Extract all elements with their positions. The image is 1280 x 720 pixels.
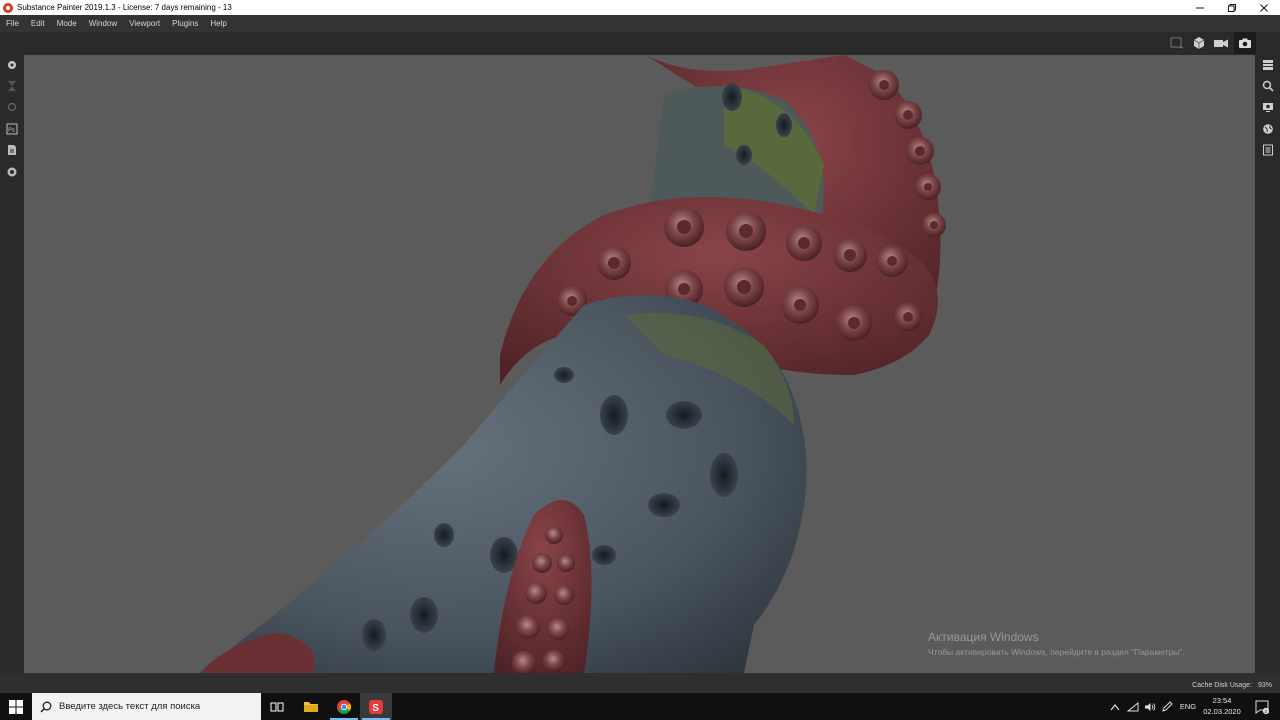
action-center-button[interactable]: 2 [1250, 693, 1274, 720]
display-settings-button[interactable] [1261, 100, 1275, 114]
window-title: Substance Painter 2019.1.3 - License: 7 … [17, 3, 232, 12]
svg-text:Ps: Ps [8, 128, 15, 134]
chevron-up-icon [1110, 703, 1120, 710]
substance-painter-taskbar-button[interactable]: S [360, 693, 392, 720]
settings-button[interactable] [5, 165, 19, 179]
volume-icon [1145, 702, 1156, 711]
viewport-header [0, 32, 1280, 55]
show-hidden-icons-button[interactable] [1106, 693, 1124, 720]
screenshot-button[interactable] [1234, 32, 1256, 54]
brush-icon [8, 61, 16, 69]
taskbar-search[interactable]: Введите здесь текст для поиска [32, 693, 261, 720]
layers-panel-button[interactable] [1261, 58, 1275, 72]
menu-plugins[interactable]: Plugins [166, 19, 204, 28]
photoshop-icon: Ps [6, 123, 18, 135]
environment-button[interactable] [1261, 122, 1275, 136]
settings-icon [7, 167, 17, 177]
sphere-icon [7, 102, 17, 112]
search-placeholder: Введите здесь текст для поиска [59, 701, 201, 712]
menu-edit[interactable]: Edit [25, 19, 51, 28]
globe-icon [1263, 124, 1273, 134]
screenshot-icon [1239, 38, 1251, 48]
menu-bar: File Edit Mode Window Viewport Plugins H… [0, 15, 1280, 32]
pen-icon [1162, 700, 1173, 712]
restore-icon [1228, 3, 1236, 12]
cube-button[interactable] [1190, 34, 1208, 52]
windows-taskbar: Введите здесь текст для поиска S ENG 23:… [0, 693, 1280, 720]
restore-button[interactable] [1216, 0, 1248, 15]
svg-text:S: S [372, 703, 379, 714]
sphere-tool[interactable] [5, 100, 19, 114]
menu-file[interactable]: File [0, 19, 25, 28]
cache-label: Cache Disk Usage: [1192, 682, 1253, 689]
properties-button[interactable] [1261, 143, 1275, 157]
left-toolbar: Ps [0, 55, 24, 673]
title-bar: Substance Painter 2019.1.3 - License: 7 … [0, 0, 1280, 15]
model-render [200, 55, 946, 673]
clock-date: 02.03.2020 [1203, 707, 1241, 716]
menu-mode[interactable]: Mode [51, 19, 83, 28]
photoshop-export-button[interactable]: Ps [5, 122, 19, 136]
zoom-icon [1262, 80, 1274, 92]
brush-tool[interactable] [5, 58, 19, 72]
menu-viewport[interactable]: Viewport [123, 19, 166, 28]
3d-viewport[interactable]: Активация Windows Чтобы активировать Win… [24, 55, 1255, 673]
start-button[interactable] [0, 693, 32, 720]
network-button[interactable] [1124, 693, 1142, 720]
layers-icon [1263, 60, 1273, 70]
network-icon [1127, 701, 1139, 711]
cache-value: 93% [1257, 682, 1272, 689]
watermark-text: Чтобы активировать Windows, перейдите в … [928, 647, 1185, 657]
hourglass-tool[interactable] [5, 79, 19, 93]
close-icon [1260, 3, 1268, 12]
windows-logo-icon [9, 699, 23, 714]
base-tentacle [200, 633, 314, 673]
camera-video-button[interactable] [1212, 34, 1230, 52]
zoom-button[interactable] [1261, 79, 1275, 93]
pen-button[interactable] [1158, 693, 1176, 720]
file-explorer-button[interactable] [295, 693, 327, 720]
windows-activation-watermark: Активация Windows Чтобы активировать Win… [928, 630, 1185, 657]
task-view-icon [270, 702, 284, 711]
viewport-toolbar [1168, 32, 1256, 54]
frame-button[interactable] [1168, 34, 1186, 52]
right-toolbar [1256, 55, 1280, 673]
menu-help[interactable]: Help [204, 19, 232, 28]
chrome-button[interactable] [328, 693, 360, 720]
file-explorer-icon [304, 702, 318, 712]
minimize-button[interactable] [1184, 0, 1216, 15]
cache-disk-usage: Cache Disk Usage: 93% [1192, 682, 1272, 689]
notification-icon: 2 [1255, 700, 1269, 714]
close-button[interactable] [1248, 0, 1280, 15]
properties-icon [1263, 144, 1273, 156]
substance-painter-app-icon [3, 2, 13, 13]
watermark-title: Активация Windows [928, 630, 1039, 644]
minimize-icon [1196, 7, 1204, 8]
hourglass-icon [8, 81, 16, 91]
window-controls [1184, 0, 1280, 15]
display-icon [1263, 103, 1273, 112]
chrome-icon [337, 699, 351, 714]
document-button[interactable] [5, 143, 19, 157]
search-icon [40, 701, 52, 713]
cube-icon [1193, 37, 1205, 49]
clock-time: 23:54 [1212, 696, 1232, 705]
volume-button[interactable] [1141, 693, 1159, 720]
frame-icon [1170, 37, 1184, 49]
menu-window[interactable]: Window [83, 19, 123, 28]
task-view-button[interactable] [261, 693, 293, 720]
document-icon [8, 145, 16, 155]
clock[interactable]: 23:54 02.03.2020 [1196, 695, 1248, 717]
camera-video-icon [1214, 39, 1228, 48]
substance-painter-icon: S [369, 699, 383, 714]
status-bar: Cache Disk Usage: 93% [0, 673, 1280, 693]
